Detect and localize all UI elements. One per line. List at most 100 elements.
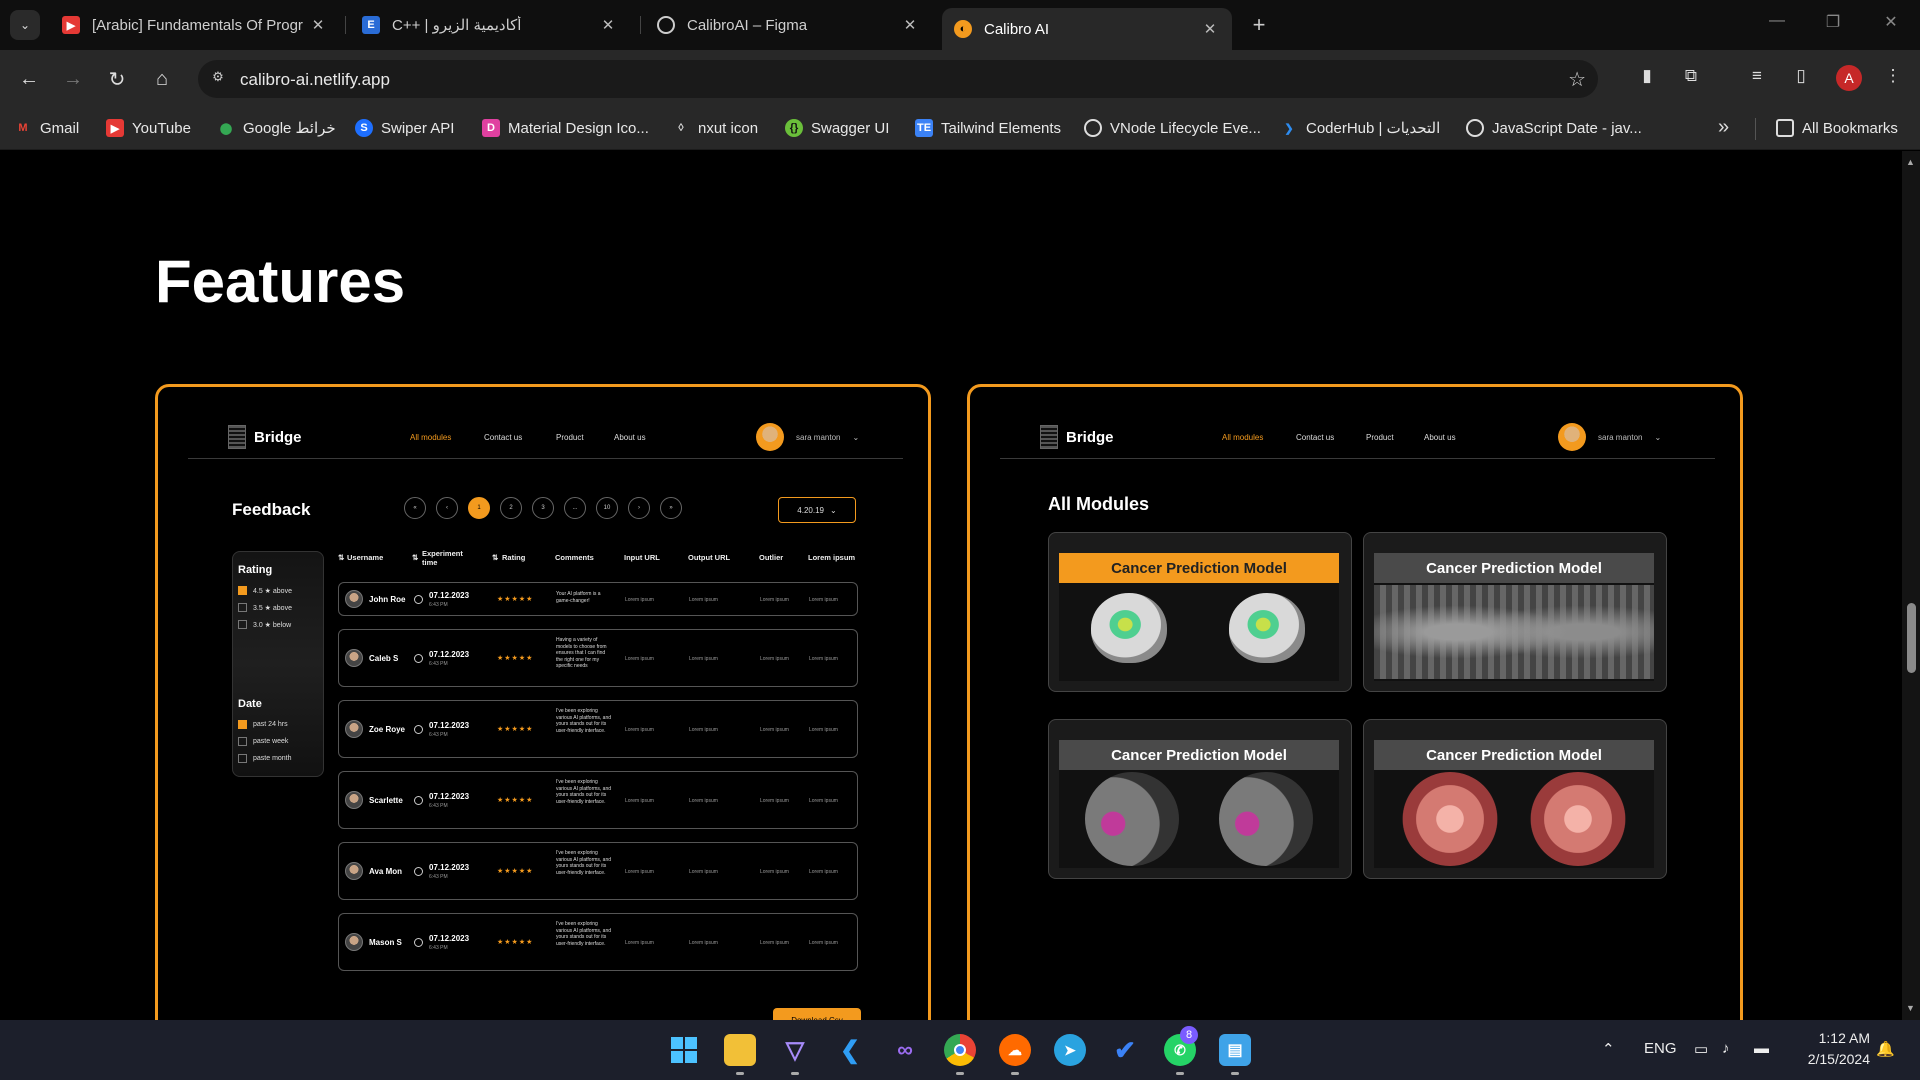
back-icon[interactable]: ← bbox=[14, 64, 44, 94]
page-last[interactable]: » bbox=[660, 497, 682, 519]
col-rating[interactable]: Rating bbox=[502, 553, 525, 562]
close-icon[interactable]: ✕ bbox=[900, 16, 920, 34]
todo-icon[interactable]: ✔ bbox=[1109, 1034, 1141, 1066]
notepad-icon[interactable]: ▤ bbox=[1219, 1034, 1251, 1066]
close-icon[interactable]: ✕ bbox=[1200, 20, 1220, 38]
extensions-icon[interactable]: ⧉ bbox=[1678, 66, 1704, 92]
row-output-url[interactable]: Lorem ipsum bbox=[689, 656, 718, 662]
page-10[interactable]: 10 bbox=[596, 497, 618, 519]
sort-icon[interactable]: ⇅ bbox=[338, 553, 344, 562]
row-output-url[interactable]: Lorem ipsum bbox=[689, 597, 718, 603]
tray-chevron-up-icon[interactable]: ⌃ bbox=[1602, 1040, 1615, 1058]
clipboard-icon[interactable]: ▮ bbox=[1634, 66, 1660, 92]
close-icon[interactable]: ✕ bbox=[308, 16, 328, 34]
page-prev[interactable]: ‹ bbox=[436, 497, 458, 519]
visual-studio-icon[interactable]: ∞ bbox=[889, 1034, 921, 1066]
scrollbar-thumb[interactable] bbox=[1907, 603, 1916, 673]
rating-option[interactable]: 3.0 ★ below bbox=[238, 620, 291, 629]
new-tab-button[interactable]: + bbox=[1246, 12, 1272, 38]
bookmark-nxut[interactable]: ◊ nxut icon bbox=[672, 119, 758, 137]
tab-calibro-ai[interactable]: ◐ Calibro AI ✕ bbox=[942, 8, 1232, 50]
vscode-icon[interactable]: ❮ bbox=[834, 1034, 866, 1066]
home-icon[interactable]: ⌂ bbox=[147, 64, 177, 94]
clock-date[interactable]: 2/15/2024 bbox=[1788, 1051, 1870, 1067]
row-input-url[interactable]: Lorem ipsum bbox=[625, 940, 654, 946]
bookmark-js-date[interactable]: JavaScript Date - jav... bbox=[1466, 119, 1642, 137]
feedback-preview-card[interactable]: Bridge All modules Contact us Product Ab… bbox=[155, 384, 931, 1020]
bookmark-swiper[interactable]: S Swiper API bbox=[355, 119, 454, 137]
rating-option[interactable]: 3.5 ★ above bbox=[238, 603, 292, 612]
side-panel-icon[interactable]: ▯ bbox=[1788, 66, 1814, 92]
scroll-up-icon[interactable]: ▲ bbox=[1906, 157, 1915, 167]
modules-preview-card[interactable]: Bridge All modules Contact us Product Ab… bbox=[967, 384, 1743, 1020]
file-explorer-icon[interactable] bbox=[724, 1034, 756, 1066]
checkbox[interactable] bbox=[238, 737, 247, 746]
bookmark-star-icon[interactable]: ☆ bbox=[1568, 67, 1586, 92]
restore-icon[interactable]: ❐ bbox=[1818, 12, 1848, 32]
checkbox[interactable] bbox=[238, 754, 247, 763]
row-output-url[interactable]: Lorem ipsum bbox=[689, 940, 718, 946]
row-output-url[interactable]: Lorem ipsum bbox=[689, 798, 718, 804]
profile-avatar[interactable]: A bbox=[1836, 65, 1862, 91]
vite-icon[interactable]: ▽ bbox=[779, 1034, 811, 1066]
nav-contact-us[interactable]: Contact us bbox=[1296, 433, 1334, 442]
row-output-url[interactable]: Lorem ipsum bbox=[689, 727, 718, 733]
nav-about-us[interactable]: About us bbox=[614, 433, 646, 442]
page-3[interactable]: 3 bbox=[532, 497, 554, 519]
row-input-url[interactable]: Lorem ipsum bbox=[625, 869, 654, 875]
table-row[interactable]: John Roe 07.12.2023 6:43 PM ★★★★★ Your A… bbox=[338, 582, 858, 616]
bookmark-coderhub[interactable]: ❯ CoderHub | التحديات bbox=[1280, 119, 1440, 137]
table-row[interactable]: Ava Mon 07.12.2023 6:43 PM ★★★★★ I've be… bbox=[338, 842, 858, 900]
table-row[interactable]: Caleb S 07.12.2023 6:43 PM ★★★★★ Having … bbox=[338, 629, 858, 687]
windows-start-icon[interactable] bbox=[668, 1034, 700, 1066]
url-text[interactable]: calibro-ai.netlify.app bbox=[240, 70, 390, 90]
notification-bell-icon[interactable]: 🔔 bbox=[1876, 1040, 1895, 1058]
reload-icon[interactable]: ↻ bbox=[102, 64, 132, 94]
bridge-logo[interactable]: Bridge bbox=[228, 425, 302, 449]
row-input-url[interactable]: Lorem ipsum bbox=[625, 798, 654, 804]
checkbox[interactable] bbox=[238, 620, 247, 629]
table-row[interactable]: Scarlette 07.12.2023 6:43 PM ★★★★★ I've … bbox=[338, 771, 858, 829]
bookmark-swagger[interactable]: {} Swagger UI bbox=[785, 119, 889, 137]
media-control-icon[interactable]: ≡ bbox=[1744, 66, 1770, 92]
checkbox[interactable] bbox=[238, 586, 247, 595]
user-menu[interactable]: sara manton ⌄ bbox=[1558, 423, 1661, 451]
nav-all-modules[interactable]: All modules bbox=[410, 433, 451, 442]
page-2[interactable]: 2 bbox=[500, 497, 522, 519]
scroll-down-icon[interactable]: ▼ bbox=[1906, 1003, 1915, 1013]
bridge-logo[interactable]: Bridge bbox=[1040, 425, 1114, 449]
minimize-icon[interactable]: — bbox=[1762, 12, 1792, 30]
bookmark-youtube[interactable]: ▶ YouTube bbox=[106, 119, 191, 137]
module-card-endoscopy[interactable]: Cancer Prediction Model bbox=[1363, 719, 1667, 879]
module-card-brain-ct[interactable]: Cancer Prediction Model bbox=[1048, 719, 1352, 879]
module-card-dental-xray[interactable]: Cancer Prediction Model bbox=[1363, 532, 1667, 692]
page-1[interactable]: 1 bbox=[468, 497, 490, 519]
rating-option[interactable]: 4.5 ★ above bbox=[238, 586, 292, 595]
telegram-icon[interactable]: ➤ bbox=[1054, 1034, 1086, 1066]
forward-icon[interactable]: → bbox=[58, 64, 88, 94]
volume-icon[interactable]: ♪ bbox=[1722, 1040, 1730, 1057]
tab-fundamentals[interactable]: ▶ [Arabic] Fundamentals Of Progr ✕ bbox=[50, 8, 340, 42]
date-option[interactable]: past 24 hrs bbox=[238, 720, 288, 729]
date-option[interactable]: paste week bbox=[238, 737, 288, 746]
soundcloud-icon[interactable]: ☁ bbox=[999, 1034, 1031, 1066]
row-input-url[interactable]: Lorem ipsum bbox=[625, 727, 654, 733]
checkbox[interactable] bbox=[238, 720, 247, 729]
version-select[interactable]: 4.20.19 ⌄ bbox=[778, 497, 856, 523]
language-indicator[interactable]: ENG bbox=[1644, 1040, 1677, 1057]
bookmark-maps[interactable]: ⬤ Google خرائط bbox=[217, 119, 336, 137]
user-menu[interactable]: sara manton ⌄ bbox=[756, 423, 859, 451]
tab-cpp[interactable]: E C++ | أكاديمية الزيرو ✕ bbox=[350, 8, 630, 42]
nav-about-us[interactable]: About us bbox=[1424, 433, 1456, 442]
nav-all-modules[interactable]: All modules bbox=[1222, 433, 1263, 442]
bookmarks-overflow-icon[interactable]: » bbox=[1718, 116, 1729, 139]
row-input-url[interactable]: Lorem ipsum bbox=[625, 597, 654, 603]
tab-figma[interactable]: CalibroAI – Figma ✕ bbox=[645, 8, 932, 42]
bookmark-gmail[interactable]: M Gmail bbox=[14, 119, 79, 137]
checkbox[interactable] bbox=[238, 603, 247, 612]
col-experiment-time[interactable]: Experiment time bbox=[422, 549, 472, 567]
row-input-url[interactable]: Lorem ipsum bbox=[625, 656, 654, 662]
row-output-url[interactable]: Lorem ipsum bbox=[689, 869, 718, 875]
page-first[interactable]: « bbox=[404, 497, 426, 519]
close-icon[interactable]: ✕ bbox=[598, 16, 618, 34]
